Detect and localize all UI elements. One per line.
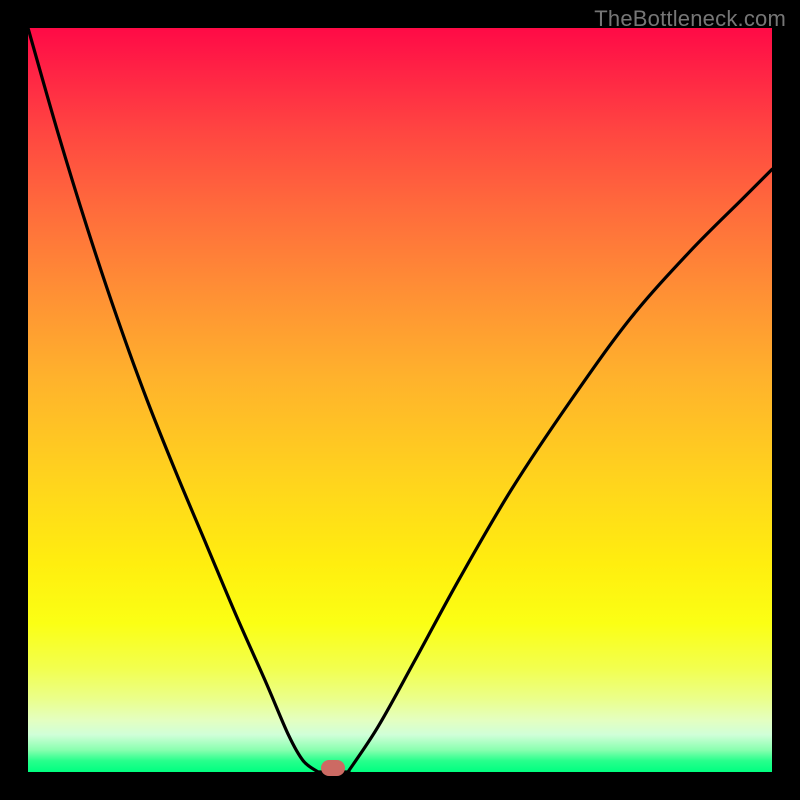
plot-area: [28, 28, 772, 772]
bottleneck-curve: [28, 28, 772, 772]
optimum-marker: [321, 760, 345, 776]
chart-frame: TheBottleneck.com: [0, 0, 800, 800]
curve-path: [28, 28, 772, 772]
